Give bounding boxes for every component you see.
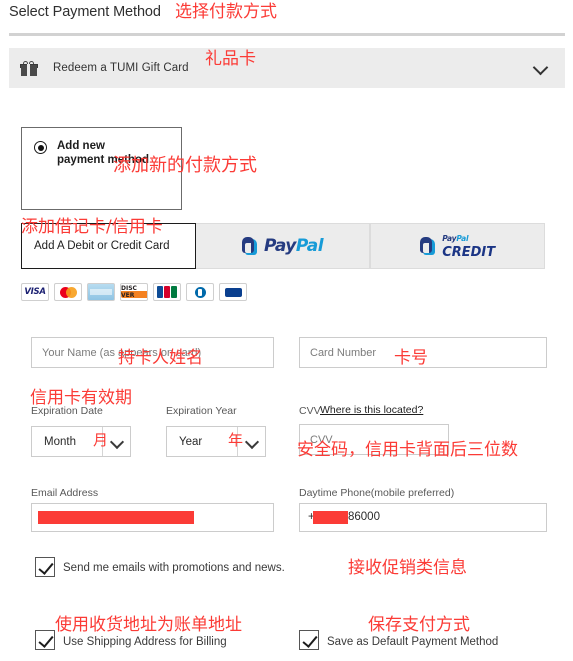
- paypal-credit-logo: PayPal CREDIT: [420, 233, 495, 259]
- maestro-logo: [219, 283, 247, 301]
- add-new-payment-method-option[interactable]: Add new payment method: [21, 127, 182, 210]
- annotation-save-default-payment: 保存支付方式: [368, 615, 470, 635]
- cvv-label: CVV: [299, 405, 321, 417]
- checkbox-use-shipping-address[interactable]: [35, 630, 55, 650]
- cardholder-name-input[interactable]: [31, 337, 274, 368]
- email-redaction-bar: [38, 511, 194, 524]
- expiration-year-label: Expiration Year: [166, 405, 237, 417]
- discover-logo-text: DISC VER: [121, 285, 137, 299]
- cvv-input[interactable]: [299, 424, 449, 455]
- expiration-month-select[interactable]: Month: [31, 426, 131, 457]
- tab-add-debit-or-credit-card-label: Add A Debit or Credit Card: [34, 240, 170, 252]
- page-title: Select Payment Method: [9, 4, 161, 20]
- visa-logo: VISA: [21, 283, 49, 301]
- radio-button-add-new-payment[interactable]: [34, 141, 47, 154]
- paypal-logo-pay: Pay: [263, 236, 296, 256]
- chevron-down-icon[interactable]: [102, 427, 130, 456]
- annotation-use-shipping-address: 使用收货地址为账单地址: [55, 615, 242, 635]
- paypal-logo-pal: Pal: [295, 236, 324, 256]
- annotation-promo-emails: 接收促销类信息: [348, 558, 467, 578]
- jcb-logo: [153, 283, 181, 301]
- redeem-gift-card-accordion[interactable]: Redeem a TUMI Gift Card: [9, 48, 565, 88]
- visa-logo-text: VISA: [24, 287, 46, 297]
- expiration-date-label: Expiration Date: [31, 405, 103, 417]
- paypal-credit-logo-pal: Pal: [456, 234, 469, 244]
- chevron-down-icon[interactable]: [534, 61, 547, 74]
- daytime-phone-visible-digits: 86000: [348, 511, 380, 523]
- gift-icon: [20, 60, 38, 76]
- expiration-month-value: Month: [44, 435, 76, 448]
- tab-paypal-credit[interactable]: PayPal CREDIT: [370, 223, 545, 269]
- accepted-card-logos: VISA DISC VER: [21, 283, 247, 301]
- daytime-phone-label: Daytime Phone(mobile preferred): [299, 487, 455, 499]
- title-divider: [9, 33, 565, 36]
- checkbox-promo-emails[interactable]: [35, 557, 55, 577]
- amex-logo: [87, 283, 115, 301]
- card-number-input[interactable]: [299, 337, 547, 368]
- checkbox-promo-emails-label: Send me emails with promotions and news.: [63, 562, 285, 574]
- checkbox-use-shipping-address-label: Use Shipping Address for Billing: [63, 636, 227, 648]
- paypal-credit-glyph-icon: [420, 236, 437, 256]
- discover-logo: DISC VER: [120, 283, 148, 301]
- diners-club-logo: [186, 283, 214, 301]
- paypal-logo: PayPal: [241, 236, 324, 256]
- cvv-where-located-link[interactable]: Where is this located?: [320, 404, 423, 416]
- tab-add-debit-or-credit-card[interactable]: Add A Debit or Credit Card: [21, 223, 196, 269]
- add-new-payment-method-label: Add new payment method: [57, 140, 150, 166]
- redeem-gift-card-label: Redeem a TUMI Gift Card: [53, 62, 189, 74]
- phone-redaction-bar: [313, 511, 348, 524]
- annotation-select-payment-method: 选择付款方式: [175, 2, 277, 22]
- expiration-year-value: Year: [179, 435, 203, 448]
- chevron-down-icon[interactable]: [237, 427, 265, 456]
- checkbox-save-default-payment-label: Save as Default Payment Method: [327, 636, 499, 648]
- paypal-credit-logo-credit: CREDIT: [442, 244, 496, 260]
- tab-paypal[interactable]: PayPal: [195, 223, 371, 269]
- payment-method-tabs: Add A Debit or Credit Card PayPal PayPal…: [21, 223, 545, 269]
- email-address-label: Email Address: [31, 487, 99, 499]
- checkbox-save-default-payment[interactable]: [299, 630, 319, 650]
- paypal-credit-logo-pay: Pay: [442, 234, 457, 244]
- expiration-year-select[interactable]: Year: [166, 426, 266, 457]
- paypal-glyph-icon: [241, 236, 259, 256]
- mastercard-logo: [54, 283, 82, 301]
